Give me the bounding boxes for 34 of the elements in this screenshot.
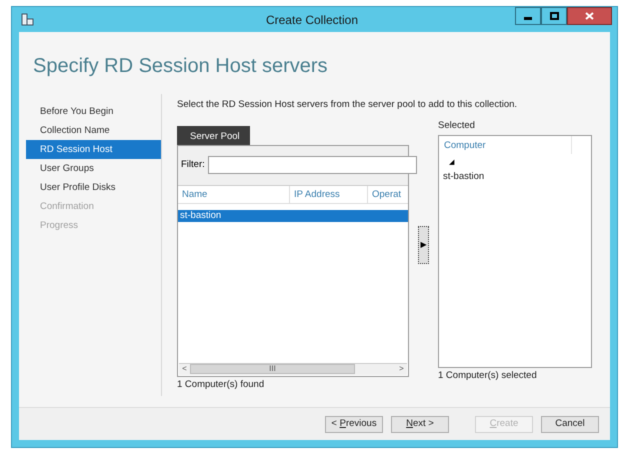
column-header[interactable]: Name (178, 186, 290, 203)
maximize-icon (550, 12, 558, 20)
selected-label: Selected (438, 118, 476, 133)
column-header[interactable]: Operat (368, 186, 408, 203)
wizard-step[interactable]: RD Session Host (26, 140, 161, 159)
server-row[interactable]: st-bastion (178, 210, 408, 222)
column-header[interactable]: Computer (439, 136, 572, 154)
filter-label: Filter: (181, 158, 205, 172)
dialog-button[interactable]: Cancel (541, 416, 599, 432)
wizard-step[interactable]: User Groups (26, 159, 161, 178)
page-heading: Specify RD Session Host servers (33, 54, 329, 79)
wizard-step[interactable]: Before You Begin (26, 102, 161, 121)
add-button[interactable]: ▶ (418, 226, 429, 264)
server-pool-tab[interactable]: Server Pool (177, 126, 250, 148)
server-icon (21, 13, 34, 26)
column-header[interactable]: IP Address (290, 186, 368, 203)
window-title: Create Collection (264, 12, 360, 28)
wizard-step[interactable]: User Profile Disks (26, 178, 161, 197)
scroll-left-button[interactable]: < (179, 363, 190, 376)
minimize-icon (524, 16, 532, 20)
dialog-button[interactable]: < Previous (325, 416, 383, 432)
filter-field[interactable] (208, 156, 417, 174)
minimize-button[interactable] (515, 7, 541, 25)
scroll-thumb[interactable]: III (190, 364, 355, 374)
selected-computer[interactable]: st-bastion (439, 170, 591, 184)
found-count: 1 Computer(s) found (177, 378, 266, 392)
horizontal-scrollbar[interactable]: < III > (179, 362, 407, 375)
scroll-right-button[interactable]: > (396, 363, 407, 376)
dialog-button[interactable]: Next > (391, 416, 449, 432)
instruction-text: Select the RD Session Host servers from the server pool to add to this collection. (177, 98, 518, 112)
close-button[interactable] (567, 7, 612, 25)
wizard-step[interactable]: Collection Name (26, 121, 161, 140)
close-icon (585, 12, 594, 20)
selected-count: 1 Computer(s) selected (438, 368, 538, 383)
